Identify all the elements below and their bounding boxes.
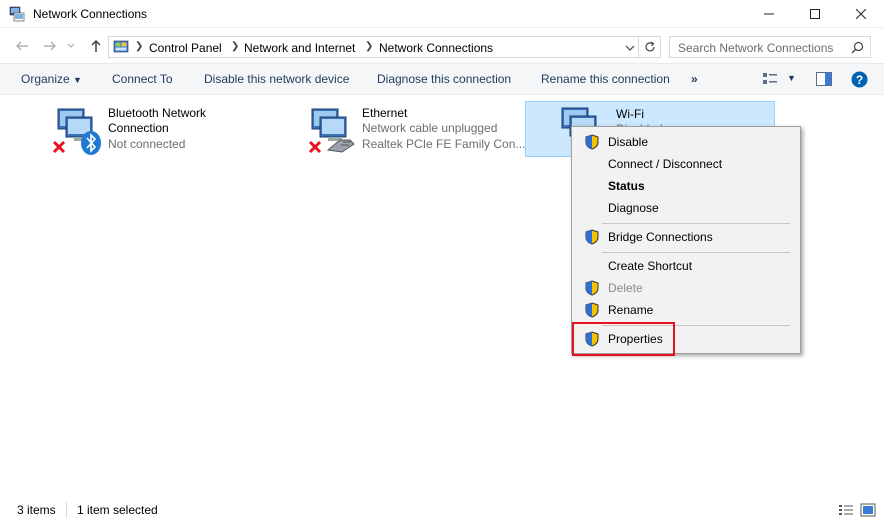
- connection-name-line2: Connection: [108, 121, 169, 135]
- dropdown-arrow-icon: ▼: [73, 75, 82, 85]
- window-title: Network Connections: [33, 7, 148, 21]
- rename-button[interactable]: Rename this connection: [541, 72, 670, 86]
- selected-count: 1 item selected: [77, 503, 158, 517]
- menu-item-label: Delete: [608, 281, 643, 295]
- view-dropdown-icon[interactable]: ▼: [787, 73, 796, 83]
- diagnose-button[interactable]: Diagnose this connection: [377, 72, 511, 86]
- organize-label: Organize: [21, 72, 70, 86]
- connection-item-ethernet[interactable]: Ethernet Network cable unplugged Realtek…: [304, 100, 525, 156]
- uac-shield-icon: [585, 280, 599, 296]
- menu-item-delete: Delete: [574, 277, 798, 299]
- breadcrumb-chevron-icon[interactable]: ❯: [231, 41, 239, 52]
- details-view-icon[interactable]: [838, 503, 854, 517]
- connection-item-bluetooth[interactable]: Bluetooth Network Connection Not connect…: [50, 100, 250, 156]
- uac-shield-icon: [585, 134, 599, 150]
- breadcrumb-network-connections[interactable]: Network Connections: [379, 41, 493, 55]
- menu-separator: [602, 223, 790, 224]
- menu-item-label: Create Shortcut: [608, 259, 693, 273]
- minimize-button[interactable]: [746, 0, 792, 28]
- organize-button[interactable]: Organize ▼: [21, 72, 82, 86]
- disable-device-button[interactable]: Disable this network device: [204, 72, 349, 86]
- menu-item-label: Connect / Disconnect: [608, 157, 723, 171]
- breadcrumb-control-panel[interactable]: Control Panel: [149, 41, 222, 55]
- uac-shield-icon: [585, 229, 599, 245]
- search-input[interactable]: Search Network Connections: [669, 36, 871, 58]
- recent-locations-icon[interactable]: [66, 38, 76, 54]
- menu-separator: [602, 252, 790, 253]
- maximize-icon: [810, 9, 820, 19]
- connection-status: Network cable unplugged: [362, 121, 498, 135]
- title-bar: Network Connections: [0, 0, 884, 28]
- close-button[interactable]: [838, 0, 884, 28]
- connection-status: Not connected: [108, 137, 186, 151]
- refresh-icon: [644, 41, 655, 52]
- up-arrow-icon[interactable]: [88, 38, 104, 54]
- menu-item-label: Bridge Connections: [608, 230, 713, 244]
- back-arrow-icon[interactable]: [14, 38, 30, 54]
- refresh-button[interactable]: [639, 36, 661, 58]
- menu-item-label: Diagnose: [608, 201, 659, 215]
- ethernet-cable-icon: [326, 139, 355, 153]
- menu-item-rename[interactable]: Rename: [574, 299, 798, 321]
- status-bar: 3 items 1 item selected: [0, 498, 884, 522]
- menu-item-disable[interactable]: Disable: [574, 131, 798, 153]
- breadcrumb-chevron-icon[interactable]: ❯: [135, 41, 143, 52]
- address-bar[interactable]: ❯ Control Panel ❯ Network and Internet ❯…: [108, 36, 639, 58]
- preview-pane-icon[interactable]: [816, 72, 832, 86]
- address-row: ❯ Control Panel ❯ Network and Internet ❯…: [0, 32, 884, 60]
- address-dropdown-icon[interactable]: [625, 43, 635, 53]
- items-count: 3 items: [17, 503, 56, 517]
- connect-to-button[interactable]: Connect To: [112, 72, 173, 86]
- breadcrumb-chevron-icon[interactable]: ❯: [365, 41, 373, 52]
- search-icon[interactable]: [851, 41, 864, 54]
- menu-item-diagnose[interactable]: Diagnose: [574, 197, 798, 219]
- error-x-icon: [308, 140, 322, 154]
- menu-item-label: Rename: [608, 303, 654, 317]
- change-view-icon[interactable]: [762, 72, 778, 86]
- close-icon: [856, 9, 866, 19]
- uac-shield-icon: [585, 302, 599, 318]
- maximize-button[interactable]: [792, 0, 838, 28]
- menu-item-label: Status: [608, 179, 645, 193]
- breadcrumb-network-internet[interactable]: Network and Internet: [244, 41, 355, 55]
- context-menu: Disable Connect / Disconnect Status Diag…: [571, 126, 801, 354]
- connection-device: Realtek PCIe FE Family Con...: [362, 137, 526, 151]
- large-icons-view-icon[interactable]: [860, 503, 876, 517]
- bluetooth-icon: [81, 131, 101, 155]
- connection-name: Ethernet: [362, 106, 408, 120]
- connection-name: Wi-Fi: [616, 107, 644, 121]
- error-x-icon: [52, 140, 66, 154]
- command-bar: Organize ▼ Connect To Disable this netwo…: [0, 63, 884, 95]
- menu-item-bridge-connections[interactable]: Bridge Connections: [574, 226, 798, 248]
- minimize-icon: [764, 13, 774, 15]
- search-placeholder: Search Network Connections: [678, 41, 834, 55]
- svg-text:?: ?: [856, 73, 863, 87]
- help-icon[interactable]: ?: [851, 71, 868, 88]
- status-divider: [66, 502, 67, 518]
- menu-item-create-shortcut[interactable]: Create Shortcut: [574, 255, 798, 277]
- menu-item-status[interactable]: Status: [574, 175, 798, 197]
- menu-item-label: Disable: [608, 135, 649, 149]
- properties-highlight-box: [572, 322, 675, 356]
- forward-arrow-icon[interactable]: [42, 38, 58, 54]
- connection-name-line1: Bluetooth Network: [108, 106, 207, 120]
- menu-item-connect-disconnect[interactable]: Connect / Disconnect: [574, 153, 798, 175]
- network-connections-icon: [9, 6, 25, 22]
- control-panel-icon: [113, 40, 129, 53]
- more-commands-button[interactable]: »: [691, 72, 698, 86]
